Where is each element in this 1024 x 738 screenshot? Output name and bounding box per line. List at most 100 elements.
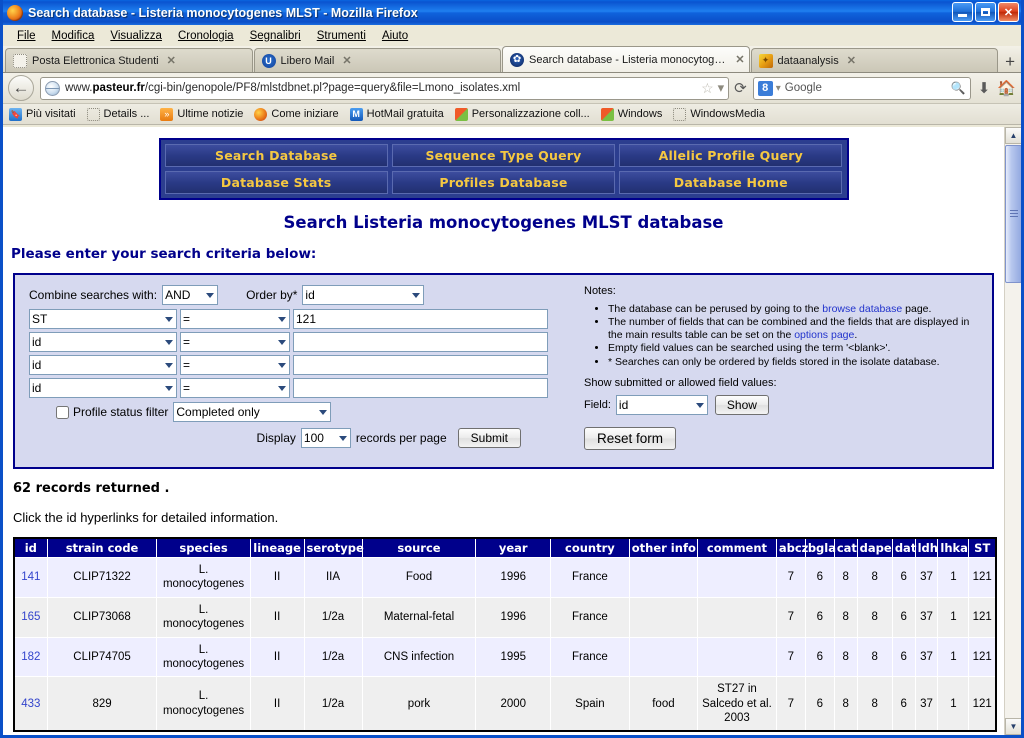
close-button[interactable]: ✕ <box>998 2 1019 22</box>
tab-close-icon[interactable]: ✕ <box>847 54 856 67</box>
page-content: Search Database Sequence Type Query Alle… <box>3 127 1004 735</box>
url-bar[interactable]: www.pasteur.fr/cgi-bin/genopole/PF8/mlst… <box>40 76 730 100</box>
col-year[interactable]: year <box>475 537 552 558</box>
col-serotype[interactable]: serotype <box>303 537 364 558</box>
value-input-1[interactable] <box>293 309 548 329</box>
nav-allelic-profile-query[interactable]: Allelic Profile Query <box>619 144 843 167</box>
profile-status-select[interactable]: Completed only <box>173 402 332 422</box>
cell-other-info <box>628 557 699 598</box>
value-input-3[interactable] <box>293 355 548 375</box>
col-abcz[interactable]: abcz <box>775 537 808 558</box>
search-icon[interactable]: 🔍 <box>951 81 966 95</box>
chevron-down-icon[interactable]: ▾ <box>718 80 725 96</box>
bookmark-come-iniziare[interactable]: Come iniziare <box>254 107 339 121</box>
col-country[interactable]: country <box>550 537 630 558</box>
col-strain-code[interactable]: strain code <box>46 537 158 558</box>
submit-button[interactable]: Submit <box>457 428 521 448</box>
operator-select-2[interactable]: = <box>180 332 290 352</box>
cell-id[interactable]: 433 <box>13 676 48 732</box>
scroll-down-arrow-icon[interactable]: ▼ <box>1005 718 1021 735</box>
menu-cronologia[interactable]: Cronologia <box>170 28 242 44</box>
field-select-3[interactable]: id <box>29 355 177 375</box>
chevron-down-icon[interactable]: ▾ <box>776 83 781 94</box>
col-source[interactable]: source <box>361 537 477 558</box>
value-input-4[interactable] <box>293 378 548 398</box>
operator-select-4[interactable]: = <box>180 378 290 398</box>
tab-search-database[interactable]: Search database - Listeria monocytogen..… <box>502 46 750 72</box>
download-icon[interactable]: ⬇ <box>978 79 991 97</box>
menu-segnalibri[interactable]: Segnalibri <box>242 28 309 44</box>
nav-search-database[interactable]: Search Database <box>164 144 388 167</box>
new-tab-button[interactable]: + <box>999 53 1021 72</box>
profile-status-checkbox[interactable] <box>56 405 69 419</box>
scroll-up-arrow-icon[interactable]: ▲ <box>1005 127 1021 144</box>
tab-libero-mail[interactable]: Libero Mail ✕ <box>253 48 502 72</box>
minimize-button[interactable] <box>952 2 973 22</box>
menu-file[interactable]: File <box>9 28 44 44</box>
reload-icon[interactable]: ⟳ <box>734 79 747 97</box>
bookmark-details[interactable]: Details ... <box>86 107 149 121</box>
orderby-select[interactable]: id <box>302 285 425 305</box>
bookmark-ultime-notizie[interactable]: Ultime notizie <box>160 107 243 121</box>
bookmark-personalizzazione[interactable]: Personalizzazione coll... <box>454 107 590 121</box>
bookmark-piu-visitati[interactable]: Più visitati <box>9 107 76 121</box>
col-lhka[interactable]: lhka <box>937 537 970 558</box>
menu-aiuto[interactable]: Aiuto <box>374 28 416 44</box>
col-lineage[interactable]: lineage <box>249 537 305 558</box>
site-nav-row-2: Database Stats Profiles Database Databas… <box>163 169 845 196</box>
col-comment[interactable]: comment <box>697 537 777 558</box>
col-cat[interactable]: cat <box>833 537 858 558</box>
tab-close-icon[interactable]: ✕ <box>167 54 176 67</box>
search-bar[interactable]: 8 ▾ Google 🔍 <box>752 76 971 100</box>
note-item: The number of fields that can be combine… <box>608 316 980 341</box>
col-dape[interactable]: dape <box>856 537 893 558</box>
cell-other-info: food <box>628 676 699 732</box>
reset-form-button[interactable]: Reset form <box>584 426 677 450</box>
col-ldh[interactable]: ldh <box>914 537 939 558</box>
back-button-icon[interactable]: ← <box>8 75 34 101</box>
table-row: 182 CLIP74705 L. monocytogenes II 1/2a C… <box>13 636 997 678</box>
browse-database-link[interactable]: browse database <box>822 303 902 315</box>
col-species[interactable]: species <box>156 537 251 558</box>
tab-close-icon[interactable]: ✕ <box>342 54 351 67</box>
search-form-panel: Combine searches with: AND Order by* id <box>13 273 994 469</box>
col-id[interactable]: id <box>13 537 48 558</box>
cell-id[interactable]: 165 <box>13 596 48 638</box>
nav-database-home[interactable]: Database Home <box>619 171 843 194</box>
show-button[interactable]: Show <box>714 394 769 415</box>
value-input-2[interactable] <box>293 332 548 352</box>
cell-id[interactable]: 141 <box>13 557 48 598</box>
col-bgla[interactable]: bgla <box>804 537 836 558</box>
menu-strumenti[interactable]: Strumenti <box>309 28 374 44</box>
menu-visualizza[interactable]: Visualizza <box>102 28 170 44</box>
menu-modifica[interactable]: Modifica <box>44 28 103 44</box>
bookmark-hotmail[interactable]: M HotMail gratuita <box>349 107 444 121</box>
tab-close-icon[interactable]: ✕ <box>735 53 744 66</box>
home-icon[interactable]: 🏠 <box>997 79 1016 97</box>
nav-database-stats[interactable]: Database Stats <box>164 171 388 194</box>
field-select-wrap-2: id <box>29 332 177 352</box>
combine-select[interactable]: AND <box>162 285 219 305</box>
tab-posta-elettronica[interactable]: Posta Elettronica Studenti ✕ <box>5 48 253 72</box>
options-page-link[interactable]: options page <box>794 329 854 341</box>
bookmark-windows[interactable]: Windows <box>600 107 662 121</box>
display-select[interactable]: 100 <box>300 428 351 448</box>
operator-select-3[interactable]: = <box>180 355 290 375</box>
bookmark-star-icon[interactable]: ☆ <box>701 80 714 97</box>
show-field-select[interactable]: id <box>615 394 708 415</box>
tab-dataanalysis[interactable]: dataanalysis ✕ <box>750 48 999 72</box>
field-select-1[interactable]: ST <box>29 309 177 329</box>
nav-sequence-type-query[interactable]: Sequence Type Query <box>391 144 616 167</box>
maximize-button[interactable] <box>975 2 996 22</box>
operator-select-1[interactable]: = <box>180 309 290 329</box>
scrollbar-thumb[interactable] <box>1005 145 1021 283</box>
page-scrollbar[interactable]: ▲ ▼ <box>1004 127 1021 735</box>
col-st[interactable]: ST <box>968 537 997 558</box>
nav-profiles-database[interactable]: Profiles Database <box>391 171 616 194</box>
field-select-4[interactable]: id <box>29 378 177 398</box>
col-other-info[interactable]: other info <box>628 537 699 558</box>
field-select-2[interactable]: id <box>29 332 177 352</box>
bookmark-windowsmedia[interactable]: WindowsMedia <box>673 107 765 121</box>
col-dat[interactable]: dat <box>891 537 916 558</box>
cell-id[interactable]: 182 <box>13 636 48 678</box>
